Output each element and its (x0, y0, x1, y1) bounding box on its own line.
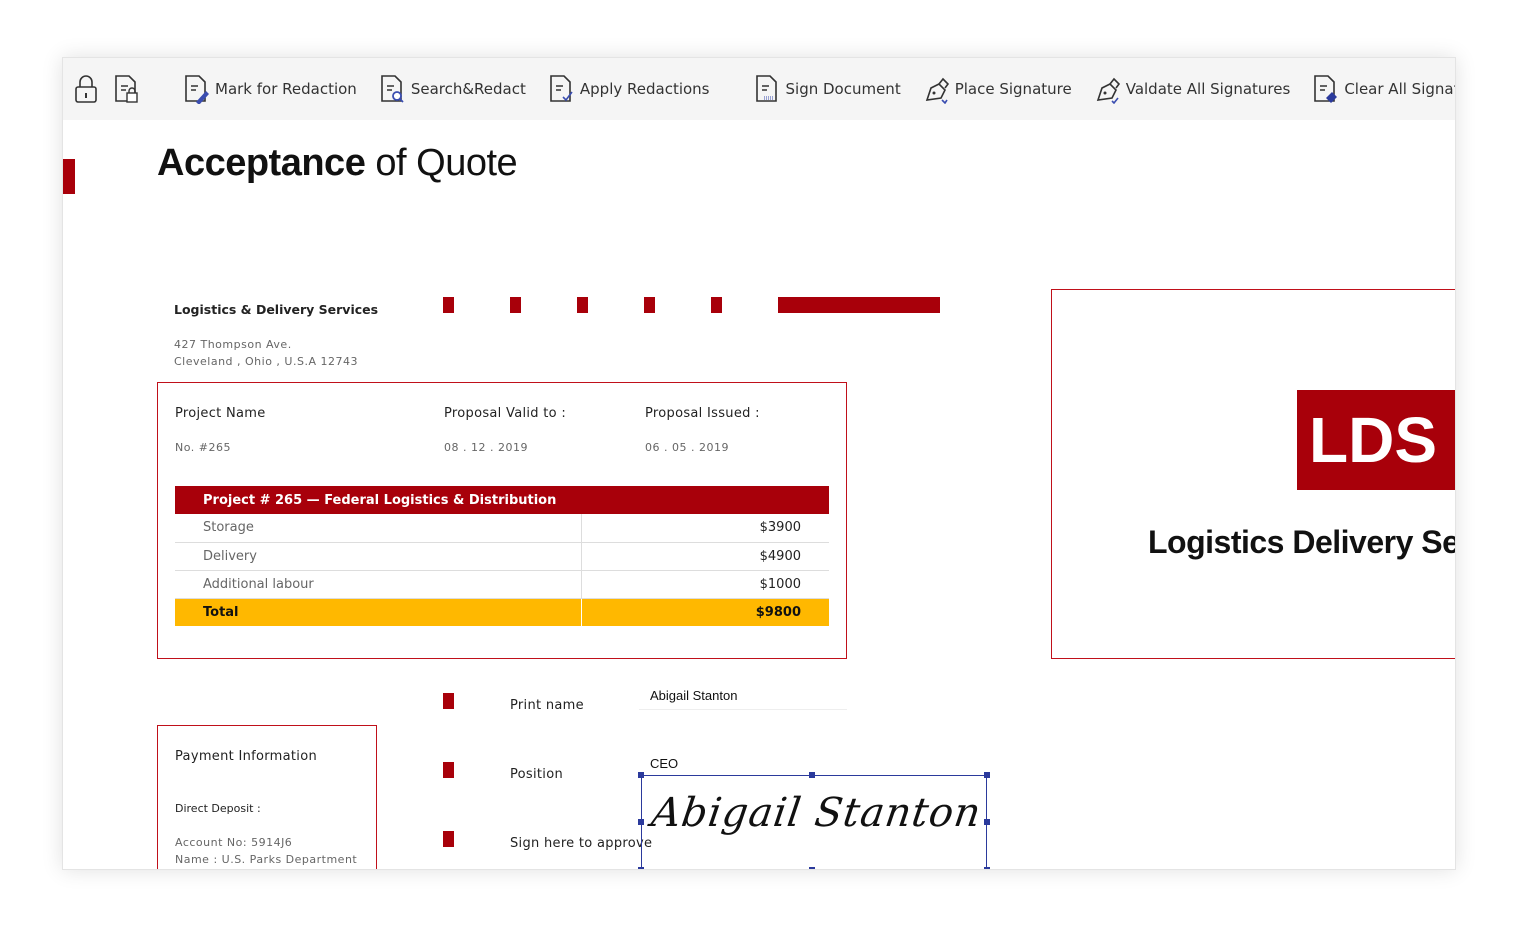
resize-handle[interactable] (638, 772, 644, 778)
print-name-label: Print name (510, 698, 584, 713)
lds-logo: LDS (1297, 390, 1455, 490)
apply-redactions-button[interactable]: Apply Redactions (548, 74, 710, 104)
mark-for-redaction-label: Mark for Redaction (215, 80, 357, 98)
accent-bar (63, 159, 75, 194)
doc-check-icon (550, 75, 573, 102)
deposit-label: Direct Deposit : (175, 802, 261, 815)
document-viewer: Mark for Redaction Search&Redact Apply R… (62, 57, 1456, 870)
account-name: Name : U.S. Parks Department (175, 853, 358, 866)
decor-square (443, 762, 454, 778)
resize-handle[interactable] (809, 867, 815, 869)
position-label: Position (510, 767, 564, 782)
title-bold: Acceptance (157, 142, 366, 184)
row-amount: $4900 (581, 542, 829, 571)
clear-signatures-button[interactable]: Clear All Signatures (1312, 74, 1455, 104)
search-redact-button[interactable]: Search&Redact (379, 74, 526, 104)
table-row: Additional labour $1000 (175, 570, 829, 599)
doc-sign-icon (755, 75, 777, 102)
sign-document-button[interactable]: Sign Document (754, 74, 901, 104)
doc-eraser-icon (1314, 75, 1338, 103)
resize-handle[interactable] (809, 772, 815, 778)
decor-square (510, 297, 521, 313)
project-name-value: No. #265 (175, 441, 231, 454)
decor-square (577, 297, 588, 313)
doc-search-icon (381, 75, 404, 103)
resize-handle[interactable] (984, 772, 990, 778)
title-rest: of Quote (365, 142, 518, 184)
issued-label: Proposal Issued : (645, 406, 760, 421)
signature-selection[interactable]: Abigail Stanton (638, 772, 990, 869)
valid-label: Proposal Valid to : (444, 406, 567, 421)
place-signature-label: Place Signature (954, 80, 1072, 98)
address-line-1: 427 Thompson Ave. (174, 338, 292, 351)
issued-value: 06 . 05 . 2019 (645, 441, 729, 454)
protect-document-button[interactable] (113, 74, 139, 104)
position-field[interactable]: CEO (650, 756, 678, 771)
resize-handle[interactable] (984, 867, 990, 869)
table-row: Delivery $4900 (175, 542, 829, 571)
lock-button[interactable] (73, 74, 99, 104)
row-item: Delivery (175, 542, 582, 571)
row-item: Additional labour (175, 570, 582, 599)
decor-square (443, 693, 454, 709)
row-amount: $3900 (581, 514, 829, 543)
resize-handle[interactable] (984, 819, 990, 825)
doc-pen-icon (185, 75, 209, 104)
validate-signatures-label: Valdate All Signatures (1125, 80, 1291, 98)
account-number: Account No: 5914J6 (175, 836, 293, 849)
decor-bar (778, 297, 940, 313)
decor-square (443, 831, 454, 847)
row-amount: $1000 (581, 570, 829, 599)
resize-handle[interactable] (638, 867, 644, 869)
validate-signatures-button[interactable]: Valdate All Signatures (1094, 74, 1291, 104)
page-title: Acceptance of Quote (157, 142, 518, 185)
table-row: Storage $3900 (175, 514, 829, 543)
pen-nib-icon (925, 77, 949, 104)
table-header: Project # 265 — Federal Logistics & Dist… (203, 492, 557, 508)
clear-signatures-label: Clear All Signatures (1344, 80, 1455, 98)
decor-square (711, 297, 722, 313)
sign-label: Sign here to approve (510, 836, 653, 851)
toolbar: Mark for Redaction Search&Redact Apply R… (63, 58, 1455, 120)
row-item: Storage (175, 514, 582, 543)
quote-table: Project # 265 — Federal Logistics & Dist… (175, 486, 829, 626)
company-name: Logistics & Delivery Services (174, 302, 379, 317)
decor-square (443, 297, 454, 313)
pen-nib-check-icon (1096, 77, 1120, 104)
place-signature-button[interactable]: Place Signature (923, 74, 1072, 104)
total-value: $9800 (581, 598, 829, 626)
payment-box: Payment Information Direct Deposit : Acc… (157, 725, 377, 869)
payment-title: Payment Information (175, 749, 317, 764)
print-name-field[interactable]: Abigail Stanton (639, 688, 847, 710)
total-row: Total $9800 (175, 598, 829, 626)
apply-redactions-label: Apply Redactions (579, 80, 710, 98)
total-label: Total (203, 604, 239, 620)
lock-icon (75, 75, 97, 103)
project-name-label: Project Name (175, 406, 266, 421)
search-redact-label: Search&Redact (410, 80, 526, 98)
decor-square (644, 297, 655, 313)
mark-for-redaction-button[interactable]: Mark for Redaction (183, 74, 357, 104)
signature-image: Abigail Stanton (648, 790, 985, 836)
sign-document-label: Sign Document (785, 80, 901, 98)
valid-value: 08 . 12 . 2019 (444, 441, 528, 454)
logo-box: LDS Logistics Delivery Services (1051, 289, 1456, 659)
logo-company-name: Logistics Delivery Services (1148, 524, 1456, 560)
address-line-2: Cleveland , Ohio , U.S.A 12743 (174, 355, 358, 368)
doc-lock-icon (115, 75, 138, 103)
quote-box: Project Name No. #265 Proposal Valid to … (157, 382, 847, 659)
resize-handle[interactable] (638, 819, 644, 825)
